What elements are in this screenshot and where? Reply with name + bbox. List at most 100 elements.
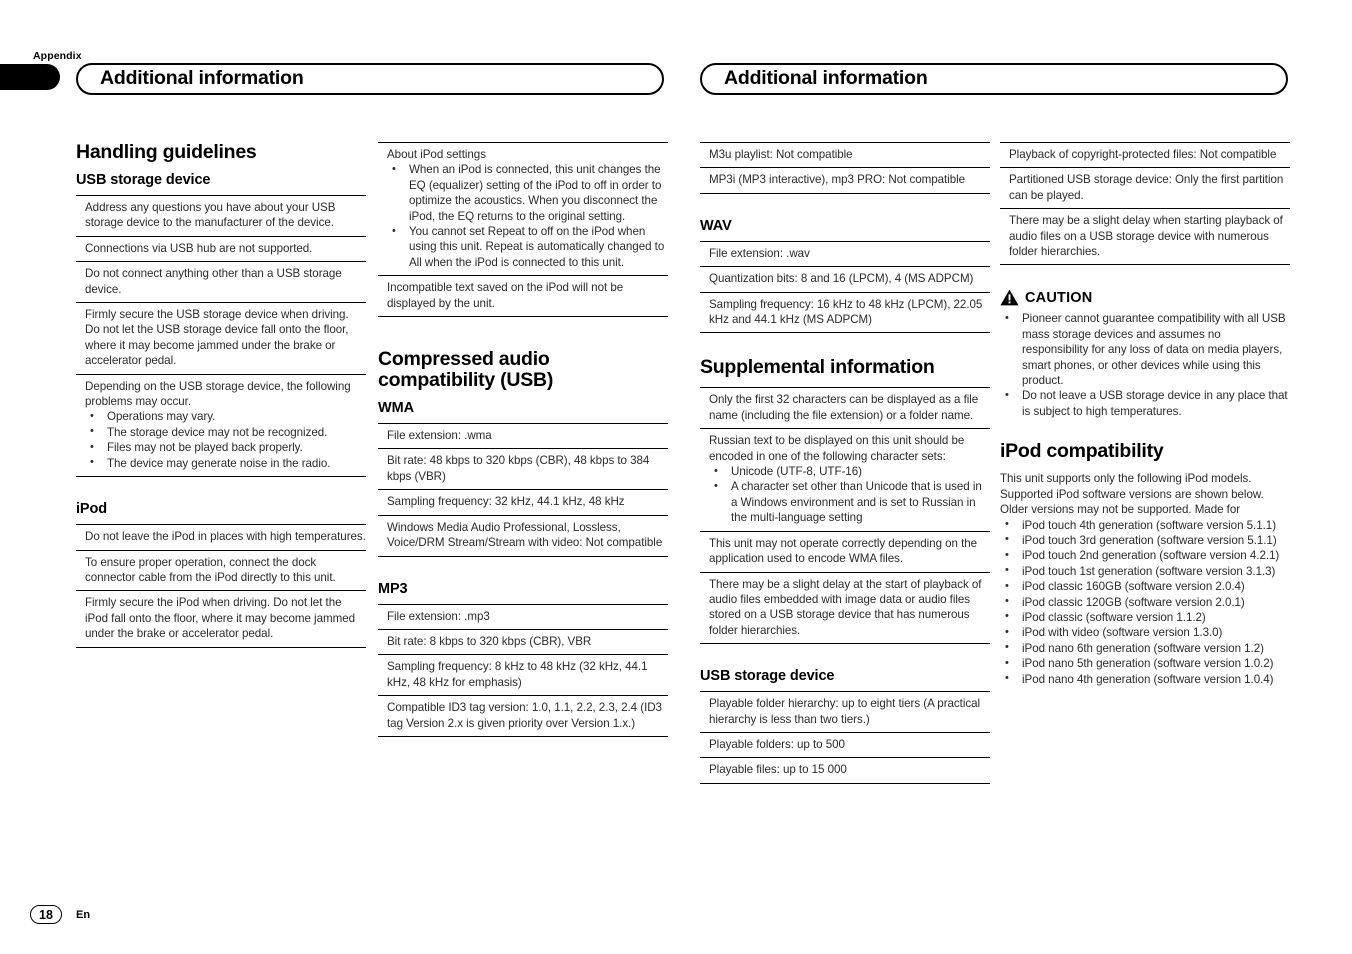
ipod-row-text: To ensure proper operation, connect the …: [85, 555, 336, 584]
list-item: iPod touch 4th generation (software vers…: [1000, 517, 1290, 533]
ipod-row-text: Do not leave the iPod in places with hig…: [85, 530, 366, 544]
usb-limit-text: Partitioned USB storage device: Only the…: [1009, 173, 1284, 202]
mp3-subheading: MP3: [378, 580, 408, 597]
ipod-guidelines-table: Do not leave the iPod in places with hig…: [76, 524, 366, 648]
supplemental-text: Only the first 32 characters can be disp…: [709, 393, 979, 422]
table-row: File extension: .wma: [378, 424, 668, 450]
compressed-audio-heading: Compressed audio compatibility (USB): [378, 348, 554, 392]
language-code: En: [76, 908, 91, 921]
usb-storage-limits-table: Playable folder hierarchy: up to eight t…: [700, 691, 990, 784]
caution-label: CAUTION: [1025, 289, 1093, 306]
caution-heading: CAUTION: [1000, 289, 1290, 306]
table-row: Playable folders: up to 500: [700, 733, 990, 759]
mp3-spec-text: Compatible ID3 tag version: 1.0, 1.1, 2.…: [387, 701, 662, 730]
mp3-spec-text: MP3i (MP3 interactive), mp3 PRO: Not com…: [709, 173, 966, 187]
page-number: 18: [30, 905, 62, 924]
table-row: Quantization bits: 8 and 16 (LPCM), 4 (M…: [700, 267, 990, 293]
handling-guidelines-heading: Handling guidelines: [76, 141, 257, 163]
usb-row-text: Connections via USB hub are not supporte…: [85, 241, 313, 255]
usb-problems-intro: Depending on the USB storage device, the…: [85, 379, 351, 409]
mp3-spec-text: M3u playlist: Not compatible: [709, 148, 853, 161]
wav-spec-text: Sampling frequency: 16 kHz to 48 kHz (LP…: [709, 297, 983, 327]
mp3-spec-text: Bit rate: 8 kbps to 320 kbps (CBR), VBR: [387, 634, 592, 648]
list-item: A character set other than Unicode that …: [709, 479, 990, 525]
usb-storage-device-subheading-col3: USB storage device: [700, 668, 835, 685]
list-item: iPod nano 6th generation (software versi…: [1000, 640, 1290, 656]
caution-bullet-list: Pioneer cannot guarantee compatibility w…: [1000, 311, 1290, 419]
usb-limit-text: Playable files: up to 15 000: [709, 763, 847, 777]
list-item: The storage device may not be recognized…: [85, 424, 366, 440]
table-row: Bit rate: 8 kbps to 320 kbps (CBR), VBR: [378, 630, 668, 656]
list-item: You cannot set Repeat to off on the iPod…: [387, 224, 668, 270]
table-row: Bit rate: 48 kbps to 320 kbps (CBR), 48 …: [378, 449, 668, 491]
ipod-model-list: iPod touch 4th generation (software vers…: [1000, 517, 1290, 687]
table-row: Firmly secure the iPod when driving. Do …: [76, 591, 366, 646]
list-item: Unicode (UTF-8, UTF-16): [709, 464, 990, 480]
usb-guidelines-table: Address any questions you have about you…: [76, 195, 366, 478]
usb-row-text: Do not connect anything other than a USB…: [85, 267, 342, 296]
table-row: Do not leave the iPod in places with hig…: [76, 525, 366, 551]
manual-page-spread: Appendix Additional information Addition…: [0, 0, 1352, 954]
list-item: When an iPod is connected, this unit cha…: [387, 162, 668, 224]
list-item: iPod classic 160GB (software version 2.0…: [1000, 579, 1290, 595]
list-item: iPod touch 3rd generation (software vers…: [1000, 532, 1290, 548]
table-row: Sampling frequency: 8 kHz to 48 kHz (32 …: [378, 655, 668, 697]
table-row: Do not connect anything other than a USB…: [76, 262, 366, 304]
wma-subheading: WMA: [378, 400, 414, 417]
usb-row-text: Address any questions you have about you…: [85, 201, 336, 230]
table-row: Windows Media Audio Professional, Lossle…: [378, 516, 668, 556]
table-row: Playable folder hierarchy: up to eight t…: [700, 692, 990, 733]
usb-limit-text: Playable folders: up to 500: [709, 737, 845, 751]
usb-storage-device-subheading: USB storage device: [76, 172, 211, 188]
table-row: To ensure proper operation, connect the …: [76, 551, 366, 592]
list-item: iPod touch 1st generation (software vers…: [1000, 563, 1290, 579]
list-item: iPod with video (software version 1.3.0): [1000, 625, 1290, 641]
usb-limit-text: Playable folder hierarchy: up to eight t…: [709, 697, 981, 726]
table-row: Russian text to be displayed on this uni…: [700, 429, 990, 532]
russian-charset-bullet-list: Unicode (UTF-8, UTF-16) A character set …: [709, 464, 990, 526]
table-row: Compatible ID3 tag version: 1.0, 1.1, 2.…: [378, 696, 668, 736]
wav-spec-table: File extension: .wav Quantization bits: …: [700, 240, 990, 334]
table-row: Incompatible text saved on the iPod will…: [378, 276, 668, 316]
ipod-subheading: iPod: [76, 501, 108, 518]
about-ipod-settings-table: About iPod settings When an iPod is conn…: [378, 142, 668, 318]
list-item: iPod nano 4th generation (software versi…: [1000, 671, 1290, 687]
table-row: Playback of copyright-protected files: N…: [1000, 143, 1290, 169]
wma-spec-text: Sampling frequency: 32 kHz, 44.1 kHz, 48…: [387, 495, 625, 509]
supplemental-information-table: Only the first 32 characters can be disp…: [700, 387, 990, 645]
ipod-row-text: Firmly secure the iPod when driving. Do …: [85, 596, 355, 641]
supplemental-text: This unit may not operate correctly depe…: [709, 536, 978, 566]
table-row: This unit may not operate correctly depe…: [700, 532, 990, 573]
table-row: There may be a slight delay when startin…: [1000, 209, 1290, 264]
column-3: M3u playlist: Not compatible MP3i (MP3 i…: [700, 142, 990, 786]
supplemental-information-heading: Supplemental information: [700, 356, 935, 379]
ipod-compatibility-intro: This unit supports only the following iP…: [1000, 472, 1264, 517]
mp3-spec-text: Sampling frequency: 8 kHz to 48 kHz (32 …: [387, 660, 648, 689]
wma-spec-text: File extension: .wma: [387, 429, 492, 443]
table-row: M3u playlist: Not compatible: [700, 143, 990, 169]
table-row: Sampling frequency: 32 kHz, 44.1 kHz, 48…: [378, 490, 668, 516]
list-item: iPod touch 2nd generation (software vers…: [1000, 548, 1290, 564]
table-row: File extension: .mp3: [378, 605, 668, 630]
list-item: Pioneer cannot guarantee compatibility w…: [1000, 311, 1290, 388]
table-row: MP3i (MP3 interactive), mp3 PRO: Not com…: [700, 168, 990, 192]
list-item: The device may generate noise in the rad…: [85, 455, 366, 471]
table-row: Depending on the USB storage device, the…: [76, 375, 366, 476]
column-4: Playback of copyright-protected files: N…: [1000, 142, 1290, 687]
usb-row-text: Firmly secure the USB storage device whe…: [85, 308, 349, 368]
usb-limit-text: There may be a slight delay when startin…: [1009, 214, 1283, 259]
running-head-right-title: Additional information: [724, 67, 928, 90]
page-footer: 18 En: [30, 905, 90, 924]
table-row: Partitioned USB storage device: Only the…: [1000, 168, 1290, 210]
russian-text-intro: Russian text to be displayed on this uni…: [709, 434, 965, 463]
wav-spec-text: Quantization bits: 8 and 16 (LPCM), 4 (M…: [709, 272, 974, 286]
table-row: Firmly secure the USB storage device whe…: [76, 303, 366, 375]
usb-limit-text: Playback of copyright-protected files: N…: [1009, 148, 1277, 161]
appendix-tab-marker: [0, 64, 60, 90]
